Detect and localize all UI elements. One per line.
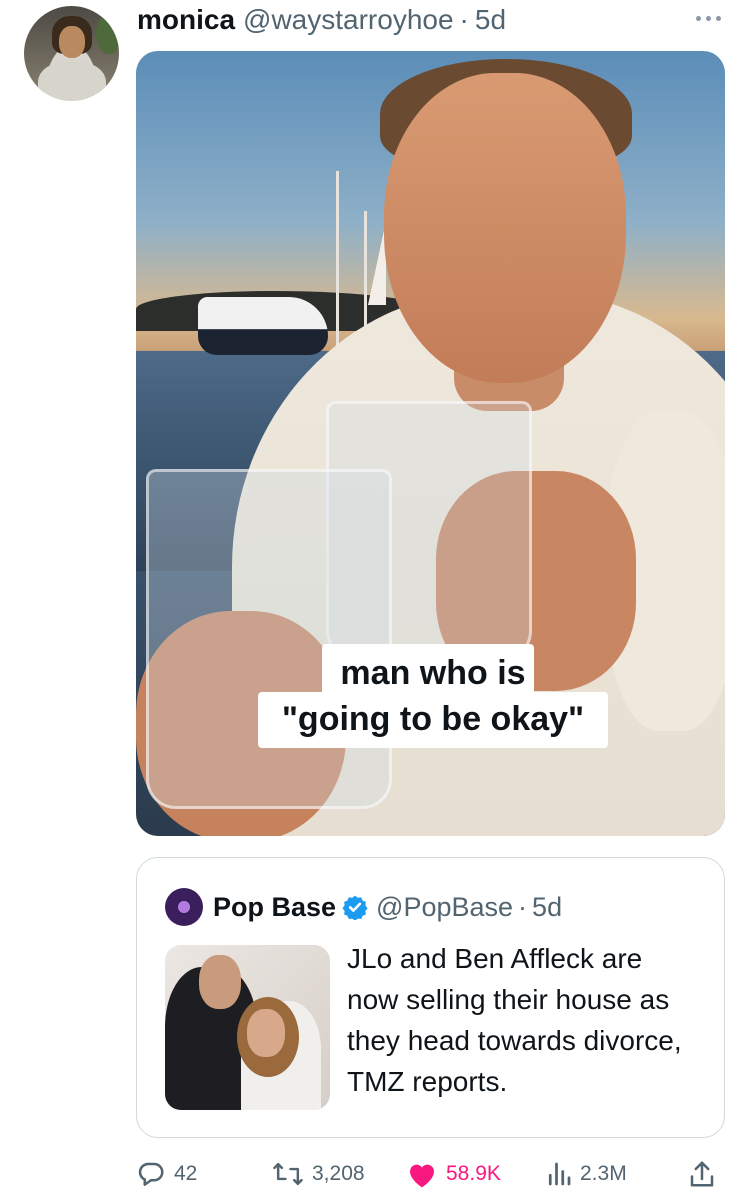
reply-button[interactable]: 42 [136, 1156, 197, 1192]
repost-button[interactable]: 3,208 [272, 1156, 365, 1192]
image-caption: man who is "going to be okay" [258, 644, 608, 752]
avatar-shirt [38, 62, 106, 101]
image-boat [198, 297, 328, 355]
repost-icon [273, 1162, 303, 1186]
quoted-author-handle[interactable]: @PopBase [376, 892, 513, 923]
reply-count: 42 [174, 1162, 198, 1185]
avatar-plant [96, 14, 119, 54]
share-button[interactable] [688, 1156, 716, 1192]
avatar-face [59, 26, 85, 58]
author-display-name[interactable]: monica [137, 4, 235, 36]
caption-text: man who is "going to be okay" [281, 654, 585, 738]
image-mast [336, 171, 339, 361]
share-icon [690, 1161, 714, 1187]
image-glass [146, 469, 392, 809]
thumb-face [247, 1009, 285, 1057]
action-bar: 42 3,208 58.9K 2.3M [134, 1156, 734, 1192]
repost-count: 3,208 [312, 1162, 365, 1185]
quoted-post-text: JLo and Ben Affleck are now selling thei… [347, 943, 682, 1097]
post-header: monica @waystarroyhoe · 5d [137, 4, 506, 38]
post-timestamp[interactable]: 5d [475, 4, 506, 36]
reply-icon [138, 1162, 164, 1186]
views-icon [548, 1162, 571, 1186]
author-handle[interactable]: @waystarroyhoe [243, 4, 454, 36]
image-face [384, 73, 626, 383]
separator-dot: · [459, 4, 469, 35]
author-avatar[interactable] [24, 6, 119, 101]
quoted-author-avatar[interactable] [165, 888, 203, 926]
views-button[interactable]: 2.3M [546, 1156, 627, 1192]
like-count: 58.9K [446, 1162, 501, 1185]
like-button[interactable]: 58.9K [406, 1156, 501, 1192]
verified-icon [342, 895, 368, 920]
quoted-post-image[interactable] [165, 945, 330, 1110]
quoted-post[interactable]: Pop Base @PopBase · 5d JLo and Ben Affle… [136, 857, 725, 1138]
quoted-post-header: Pop Base @PopBase · 5d [165, 888, 562, 926]
like-icon [410, 1164, 434, 1188]
quoted-author-name[interactable]: Pop Base [213, 892, 336, 923]
quoted-post-timestamp: 5d [532, 891, 563, 922]
views-count: 2.3M [580, 1162, 627, 1185]
thumb-face [199, 955, 241, 1009]
more-icon[interactable] [688, 8, 728, 28]
separator-dot: · [518, 891, 528, 922]
